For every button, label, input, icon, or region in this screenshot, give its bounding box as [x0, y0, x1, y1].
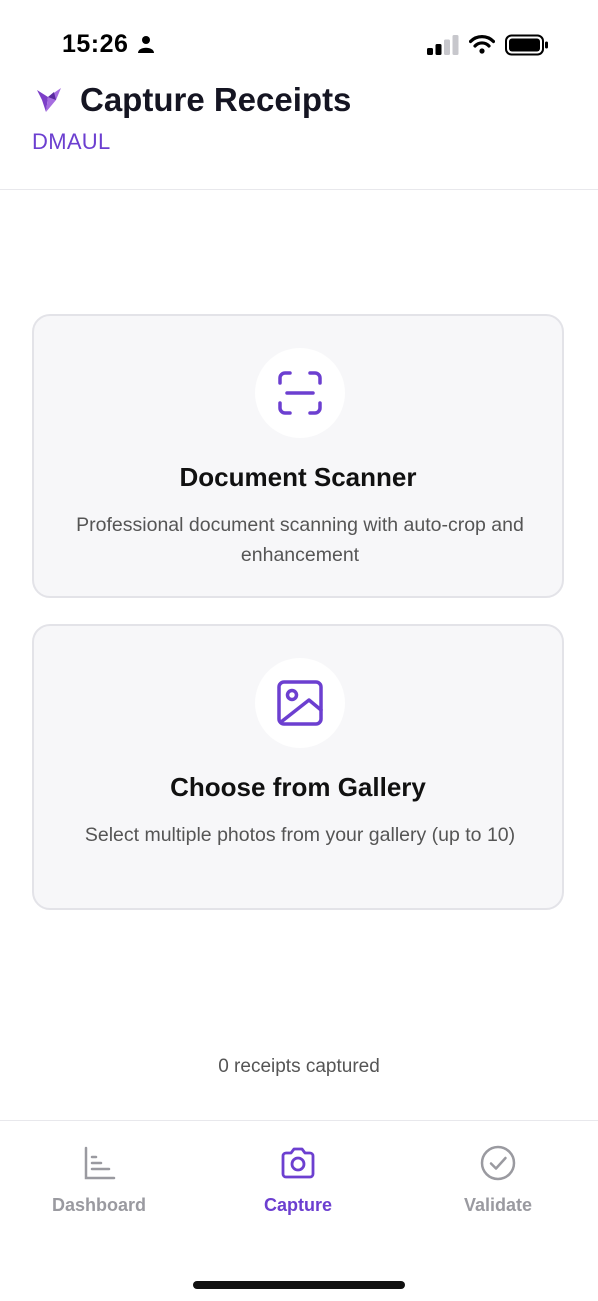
wifi-icon: [469, 35, 495, 54]
choose-from-gallery-card[interactable]: Choose from Gallery Select multiple phot…: [32, 624, 564, 910]
person-icon: [138, 36, 154, 53]
home-indicator[interactable]: [193, 1281, 405, 1289]
tab-label: Dashboard: [51, 1195, 147, 1215]
document-scanner-card[interactable]: Document Scanner Professional document s…: [32, 314, 564, 598]
camera-icon: [281, 1147, 315, 1179]
tab-bar: Dashboard Capture Validate: [0, 1120, 598, 1301]
cellular-signal-icon: [427, 35, 459, 55]
page-title: Capture Receipts: [80, 81, 352, 118]
battery-icon: [505, 34, 548, 56]
tab-label: Validate: [463, 1195, 533, 1215]
card-description: Professional document scanning with auto…: [76, 514, 524, 566]
status-bar: 15:26: [0, 0, 598, 80]
status-time: 15:26: [62, 30, 129, 58]
tab-capture[interactable]: Capture: [218, 1143, 378, 1216]
organization-name: DMAUL: [32, 129, 111, 154]
scan-icon-badge: [255, 348, 345, 438]
chart-icon: [84, 1146, 116, 1180]
receipts-captured-count: 0 receipts captured: [218, 1056, 380, 1077]
tab-validate[interactable]: Validate: [418, 1143, 578, 1216]
scan-icon: [278, 371, 322, 415]
check-circle-icon: [480, 1145, 516, 1181]
image-icon-badge: [255, 658, 345, 748]
card-description: Select multiple photos from your gallery…: [84, 824, 516, 846]
tab-label: Capture: [263, 1195, 332, 1215]
bird-logo-icon: [37, 88, 61, 112]
image-icon: [277, 680, 323, 726]
card-title: Document Scanner: [179, 462, 417, 492]
tab-dashboard[interactable]: Dashboard: [19, 1143, 179, 1216]
header: Capture Receipts DMAUL: [0, 80, 598, 190]
card-title: Choose from Gallery: [170, 772, 426, 802]
